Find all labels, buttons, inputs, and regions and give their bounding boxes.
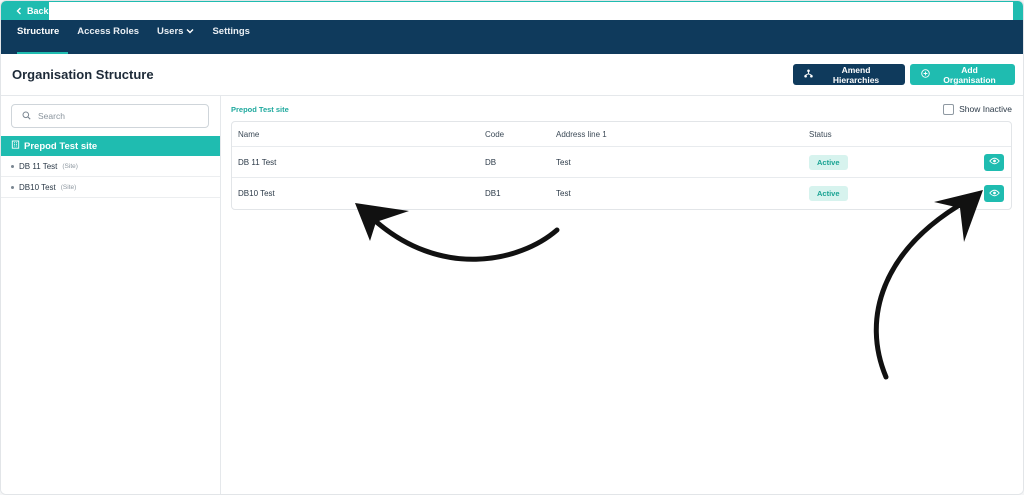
show-inactive-toggle[interactable]: Show Inactive [943, 103, 1012, 115]
column-header-address[interactable]: Address line 1 [556, 130, 809, 139]
tree-root-label: Prepod Test site [24, 140, 98, 152]
tree-item-label: DB 11 Test [19, 161, 58, 171]
tree-item-tag: (Site) [60, 183, 77, 191]
chevron-left-icon [13, 5, 24, 16]
view-button[interactable] [984, 185, 1004, 202]
tab-settings[interactable]: Settings [212, 20, 258, 54]
app-window: Back Logout Org Management Structure Acc… [0, 0, 1024, 495]
eye-icon [988, 189, 1000, 199]
page-title: Organisation Structure [12, 67, 154, 82]
cell-name: DB10 Test [238, 189, 275, 198]
amend-hierarchies-button[interactable]: Amend Hierarchies [793, 64, 905, 85]
column-header-status[interactable]: Status [809, 130, 971, 139]
eye-icon [988, 157, 1000, 167]
tab-settings-label: Settings [212, 26, 250, 37]
back-label: Back [27, 5, 49, 16]
bullet-icon [11, 185, 14, 189]
bullet-icon [11, 164, 14, 168]
page-header: Organisation Structure Amend Hierarchies… [1, 54, 1023, 96]
tree-root-item[interactable]: Prepod Test site [1, 136, 220, 156]
tab-structure-label: Structure [17, 26, 60, 37]
show-inactive-label: Show Inactive [959, 104, 1012, 114]
gear-icon[interactable] [116, 8, 127, 19]
grid-icon[interactable] [216, 7, 229, 20]
status-badge: Active [809, 154, 848, 170]
add-organisation-label: Add Organisation [943, 64, 996, 85]
table-row[interactable]: DB10 Test DB1 Test Active [232, 178, 1011, 209]
tree-item[interactable]: DB10 Test (Site) [1, 177, 220, 198]
org-management-link[interactable]: Org Management [135, 9, 209, 19]
logout-link[interactable]: Logout [59, 9, 90, 19]
main-panel: Prepod Test site Show Inactive Name Code… [221, 96, 1023, 494]
cell-name: DB 11 Test [238, 157, 277, 167]
building-icon [11, 140, 20, 152]
breadcrumb[interactable]: Prepod Test site [231, 105, 289, 114]
sidebar: Search Prepod Test site DB 11 Test (Site… [1, 96, 221, 494]
tree-item-tag: (Site) [62, 162, 78, 170]
chevron-down-icon [186, 26, 194, 37]
search-placeholder: Search [38, 111, 65, 121]
tab-access-roles-label: Access Roles [77, 26, 140, 37]
cell-address: Test [556, 157, 571, 167]
table-row[interactable]: DB 11 Test DB Test Active [232, 147, 1011, 178]
status-badge: Active [809, 186, 848, 201]
add-organisation-button[interactable]: Add Organisation [910, 64, 1015, 85]
hierarchy-icon [804, 69, 813, 80]
tree-item[interactable]: DB 11 Test (Site) [1, 156, 220, 177]
logout-icon[interactable] [97, 8, 108, 19]
tab-structure[interactable]: Structure [17, 20, 69, 54]
organisation-table: Name Code Address line 1 Status DB 11 Te… [231, 121, 1012, 210]
back-link[interactable]: Back [13, 5, 49, 16]
search-input[interactable]: Search [11, 104, 209, 128]
top-bar: Back Logout Org Management [1, 1, 1023, 20]
tab-access-roles[interactable]: Access Roles [77, 20, 148, 54]
plus-circle-icon [921, 69, 930, 80]
tab-users-label: Users [157, 26, 184, 37]
tab-users[interactable]: Users [157, 20, 203, 54]
tree-item-label: DB10 Test [19, 182, 56, 192]
table-header: Name Code Address line 1 Status [232, 122, 1011, 147]
cell-code: DB [485, 157, 497, 167]
cell-address: Test [556, 189, 571, 198]
main-nav: Structure Access Roles Users Settings [1, 20, 1023, 54]
amend-hierarchies-label: Amend Hierarchies [832, 64, 880, 85]
cell-code: DB1 [485, 189, 501, 198]
column-header-code[interactable]: Code [485, 130, 556, 139]
search-icon [22, 111, 31, 122]
view-button[interactable] [984, 153, 1004, 171]
show-inactive-checkbox[interactable] [943, 103, 955, 115]
column-header-name[interactable]: Name [232, 130, 485, 139]
